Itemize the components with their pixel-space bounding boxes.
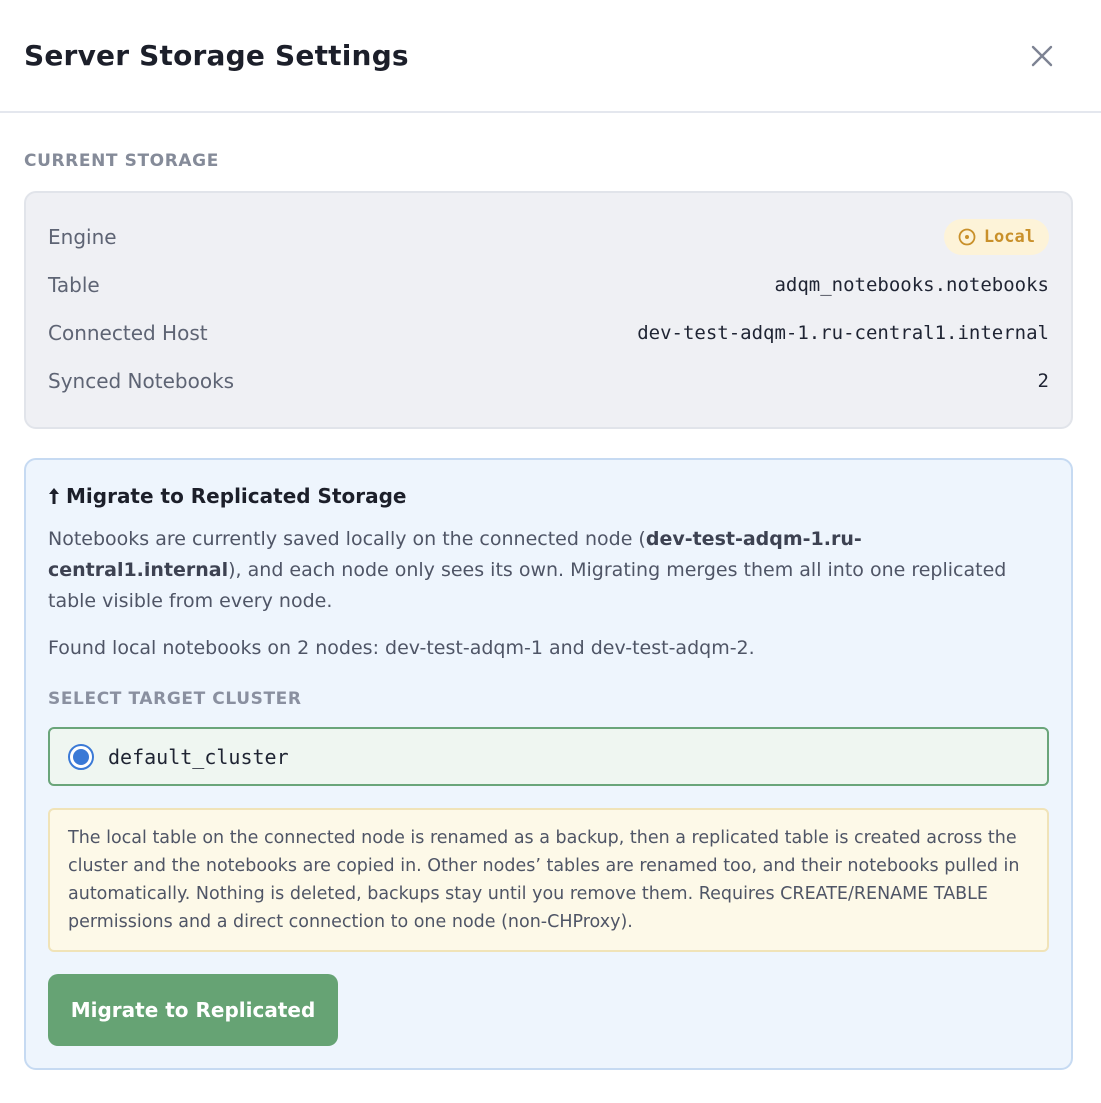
migrate-to-replicated-button[interactable]: Migrate to Replicated [48, 974, 338, 1046]
synced-notebooks-label: Synced Notebooks [48, 369, 235, 393]
select-cluster-label: SELECT TARGET CLUSTER [48, 689, 302, 709]
arrow-up-icon [49, 488, 59, 504]
clock-icon [958, 228, 976, 246]
found-nodes-text: Found local notebooks on 2 nodes: dev-te… [48, 637, 755, 659]
engine-row: Engine Local [48, 213, 1049, 261]
table-row: Table adqm_notebooks.notebooks [48, 261, 1049, 309]
synced-notebooks-value: 2 [1037, 370, 1049, 392]
current-storage-card: Engine Local Table adqm_notebooks.notebo… [24, 191, 1073, 429]
radio-selected-dot [73, 748, 89, 765]
cluster-option-default[interactable]: default_cluster [48, 727, 1049, 786]
dialog-header: Server Storage Settings [0, 0, 1101, 113]
dialog-body: CURRENT STORAGE Engine Local Table adqm_… [0, 113, 1101, 1070]
cluster-name: default_cluster [108, 744, 289, 769]
cluster-radio[interactable] [68, 743, 94, 770]
migrate-title-text: Migrate to Replicated Storage [66, 484, 407, 508]
table-label: Table [48, 273, 100, 297]
engine-label: Engine [48, 225, 117, 249]
migrate-card: Migrate to Replicated Storage Notebooks … [24, 458, 1073, 1070]
migration-warning: The local table on the connected node is… [48, 808, 1049, 952]
migrate-title: Migrate to Replicated Storage [48, 484, 1049, 508]
current-storage-label: CURRENT STORAGE [24, 151, 219, 171]
storage-settings-dialog: Server Storage Settings CURRENT STORAGE … [0, 0, 1101, 1103]
close-icon [1031, 45, 1053, 66]
host-value: dev-test-adqm-1.ru-central1.internal [637, 322, 1049, 344]
synced-notebooks-row: Synced Notebooks 2 [48, 357, 1049, 405]
host-label: Connected Host [48, 321, 208, 345]
engine-value: Local [983, 227, 1035, 247]
dialog-title: Server Storage Settings [24, 39, 409, 72]
migrate-description: Notebooks are currently saved locally on… [48, 524, 1049, 617]
host-row: Connected Host dev-test-adqm-1.ru-centra… [48, 309, 1049, 357]
engine-badge: Local [943, 219, 1049, 255]
migrate-description-pre: Notebooks are currently saved locally on… [48, 528, 646, 550]
table-value: adqm_notebooks.notebooks [774, 274, 1049, 296]
close-button[interactable] [1027, 41, 1057, 71]
